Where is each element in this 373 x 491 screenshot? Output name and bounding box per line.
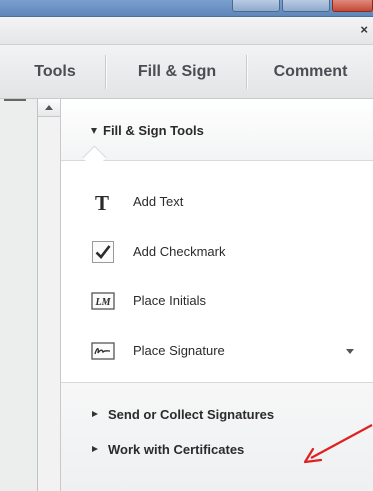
section-label: Work with Certificates: [108, 442, 245, 457]
collapsed-triangle-icon: [92, 446, 98, 452]
checkmark-icon: [92, 241, 114, 263]
fill-and-sign-panel: Fill & Sign Tools T Add Text Add Checkma…: [61, 99, 373, 491]
task-pane-tabs: Tools Fill & Sign Comment: [0, 45, 373, 99]
expanded-triangle-icon: [91, 128, 97, 134]
window-close-button[interactable]: [332, 0, 373, 12]
collapsed-sections: Send or Collect Signatures Work with Cer…: [61, 382, 373, 491]
tool-place-initials[interactable]: LM Place Initials: [61, 279, 373, 323]
section-label: Send or Collect Signatures: [108, 407, 275, 422]
tool-label: Place Initials: [133, 293, 206, 308]
section-title: Fill & Sign Tools: [103, 123, 204, 138]
tool-add-checkmark[interactable]: Add Checkmark: [61, 230, 373, 274]
tool-label: Place Signature: [133, 343, 225, 358]
tool-place-signature[interactable]: Place Signature: [61, 329, 373, 373]
window-titlebar: [0, 0, 373, 17]
signature-icon: [91, 342, 115, 360]
svg-text:T: T: [95, 191, 109, 214]
tool-label: Add Checkmark: [133, 244, 226, 259]
svg-text:LM: LM: [95, 297, 112, 308]
tab-comment[interactable]: Comment: [248, 45, 373, 99]
gutter-mark: [4, 99, 26, 107]
document-gutter: [0, 99, 37, 491]
tool-add-text[interactable]: T Add Text: [61, 180, 373, 224]
scroll-up-icon[interactable]: [38, 99, 60, 117]
vertical-scrollbar[interactable]: [37, 99, 61, 491]
minimize-button[interactable]: [232, 0, 280, 12]
collapsed-triangle-icon: [92, 411, 98, 417]
fill-sign-tools-header[interactable]: Fill & Sign Tools: [61, 99, 373, 161]
tab-tools[interactable]: Tools: [0, 45, 110, 99]
section-work-with-certificates[interactable]: Work with Certificates: [61, 438, 373, 464]
maximize-button[interactable]: [282, 0, 330, 12]
text-t-icon: T: [95, 191, 109, 214]
close-document-icon[interactable]: ×: [360, 23, 368, 37]
tool-label: Add Text: [133, 194, 184, 209]
initials-icon: LM: [91, 292, 115, 310]
document-toolbar: ×: [0, 17, 373, 45]
section-send-or-collect-signatures[interactable]: Send or Collect Signatures: [61, 403, 373, 429]
tab-fill-and-sign[interactable]: Fill & Sign: [107, 45, 247, 99]
chevron-down-icon[interactable]: [346, 349, 354, 354]
